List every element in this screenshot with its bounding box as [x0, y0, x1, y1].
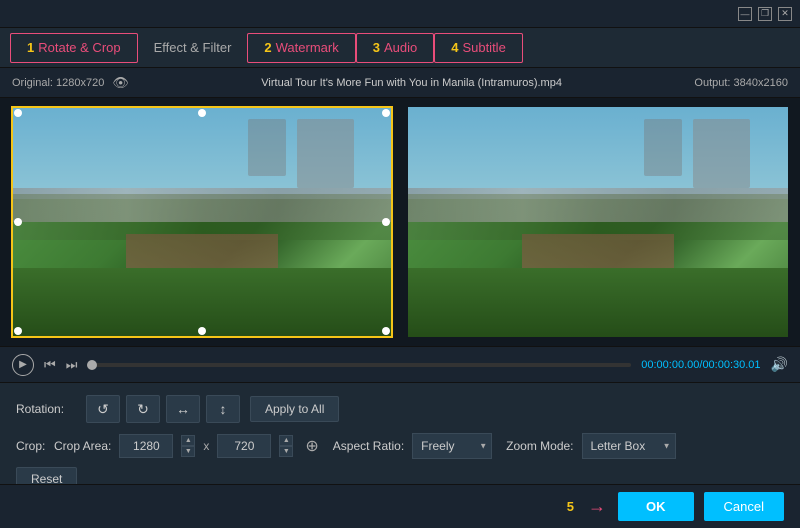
aspect-ratio-select-wrap[interactable]: Freely 16:9 4:3 1:1 9:16 [412, 433, 492, 459]
original-info: Original: 1280x720 👁 [12, 75, 129, 91]
restore-button[interactable]: ❐ [758, 7, 772, 21]
skip-forward-button[interactable]: ⏭ [66, 357, 78, 373]
rotate-right-button[interactable]: ↻ [126, 395, 160, 423]
crop-area-label: Crop Area: [54, 439, 111, 453]
window-controls: — ❐ ✕ [738, 7, 792, 21]
time-display: 00:00:00.00/00:00:30.01 [641, 359, 760, 371]
tab-num-1: 1 [27, 40, 34, 55]
width-spinners: ▲ ▼ [181, 435, 195, 457]
zoom-mode-select-wrap[interactable]: Letter Box Pan & Scan Full [582, 433, 676, 459]
x-separator: x [203, 439, 209, 453]
width-down-button[interactable]: ▼ [181, 446, 195, 457]
crop-handle-bl[interactable] [14, 327, 22, 335]
tab-num-3: 3 [373, 40, 380, 55]
info-bar: Original: 1280x720 👁 Virtual Tour It's M… [0, 68, 800, 98]
playback-bar: ▶ ⏮ ⏭ 00:00:00.00/00:00:30.01 🔊 [0, 346, 800, 382]
ok-button[interactable]: OK [618, 492, 694, 521]
eye-icon[interactable]: 👁 [112, 75, 129, 91]
volume-icon[interactable]: 🔊 [771, 356, 788, 373]
minimize-button[interactable]: — [738, 7, 752, 21]
tab-watermark[interactable]: 2 Watermark [247, 33, 355, 63]
play-button[interactable]: ▶ [12, 354, 34, 376]
crop-handle-tm[interactable] [198, 109, 206, 117]
tab-label-audio: Audio [384, 40, 417, 55]
footer: 5 → OK Cancel [0, 484, 800, 528]
crop-handle-mr[interactable] [382, 218, 390, 226]
height-up-button[interactable]: ▲ [279, 435, 293, 446]
crop-handle-ml[interactable] [14, 218, 22, 226]
width-up-button[interactable]: ▲ [181, 435, 195, 446]
zoom-mode-label: Zoom Mode: [506, 439, 573, 453]
tab-bar: 1 Rotate & Crop Effect & Filter 2 Waterm… [0, 28, 800, 68]
tab-label-rotate-crop: Rotate & Crop [38, 40, 120, 55]
tab-label-effect-filter: Effect & Filter [154, 40, 232, 55]
rotation-label: Rotation: [16, 402, 76, 416]
tab-effect-filter[interactable]: Effect & Filter [138, 28, 248, 68]
time-total: 00:00:30.01 [702, 359, 760, 371]
title-bar: — ❐ ✕ [0, 0, 800, 28]
source-video-panel[interactable] [12, 107, 392, 337]
tab-label-watermark: Watermark [276, 40, 339, 55]
close-button[interactable]: ✕ [778, 7, 792, 21]
skip-back-button[interactable]: ⏮ [44, 357, 56, 373]
apply-to-all-button[interactable]: Apply to All [250, 396, 339, 422]
output-resolution: Output: 3840x2160 [694, 77, 788, 89]
filename-display: Virtual Tour It's More Fun with You in M… [261, 77, 562, 89]
crop-center-icon[interactable]: ⊕ [305, 436, 318, 456]
tab-audio[interactable]: 3 Audio [356, 33, 434, 63]
rotation-buttons: ↺ ↻ ↔ ↕ [86, 395, 240, 423]
crop-row: Crop: Crop Area: ▲ ▼ x ▲ ▼ ⊕ Aspect Rati… [16, 433, 784, 459]
aspect-ratio-select[interactable]: Freely 16:9 4:3 1:1 9:16 [412, 433, 492, 459]
flip-horizontal-button[interactable]: ↔ [166, 395, 200, 423]
tab-label-subtitle: Subtitle [462, 40, 505, 55]
preview-area [0, 98, 800, 346]
flip-vertical-button[interactable]: ↕ [206, 395, 240, 423]
time-current: 00:00:00.00 [641, 359, 699, 371]
tab-num-4: 4 [451, 40, 458, 55]
crop-height-input[interactable] [217, 434, 271, 458]
crop-handle-bm[interactable] [198, 327, 206, 335]
tab-subtitle[interactable]: 4 Subtitle [434, 33, 523, 63]
crop-handle-br[interactable] [382, 327, 390, 335]
cancel-button[interactable]: Cancel [704, 492, 784, 521]
rotate-left-button[interactable]: ↺ [86, 395, 120, 423]
aspect-ratio-label: Aspect Ratio: [333, 439, 404, 453]
tab-rotate-crop[interactable]: 1 Rotate & Crop [10, 33, 138, 63]
crop-label: Crop: [16, 439, 46, 453]
progress-bar[interactable] [87, 363, 631, 367]
height-spinners: ▲ ▼ [279, 435, 293, 457]
crop-handle-tr[interactable] [382, 109, 390, 117]
step-num-5: 5 [567, 499, 574, 514]
source-video-thumb [12, 107, 392, 337]
zoom-mode-select[interactable]: Letter Box Pan & Scan Full [582, 433, 676, 459]
crop-width-input[interactable] [119, 434, 173, 458]
height-down-button[interactable]: ▼ [279, 446, 293, 457]
crop-handle-tl[interactable] [14, 109, 22, 117]
progress-dot[interactable] [87, 360, 97, 370]
rotation-row: Rotation: ↺ ↻ ↔ ↕ Apply to All [16, 395, 784, 423]
output-video-thumb [408, 107, 788, 337]
arrow-icon: → [588, 496, 606, 517]
output-video-panel[interactable] [408, 107, 788, 337]
original-resolution: Original: 1280x720 [12, 77, 104, 89]
tab-num-2: 2 [264, 40, 271, 55]
